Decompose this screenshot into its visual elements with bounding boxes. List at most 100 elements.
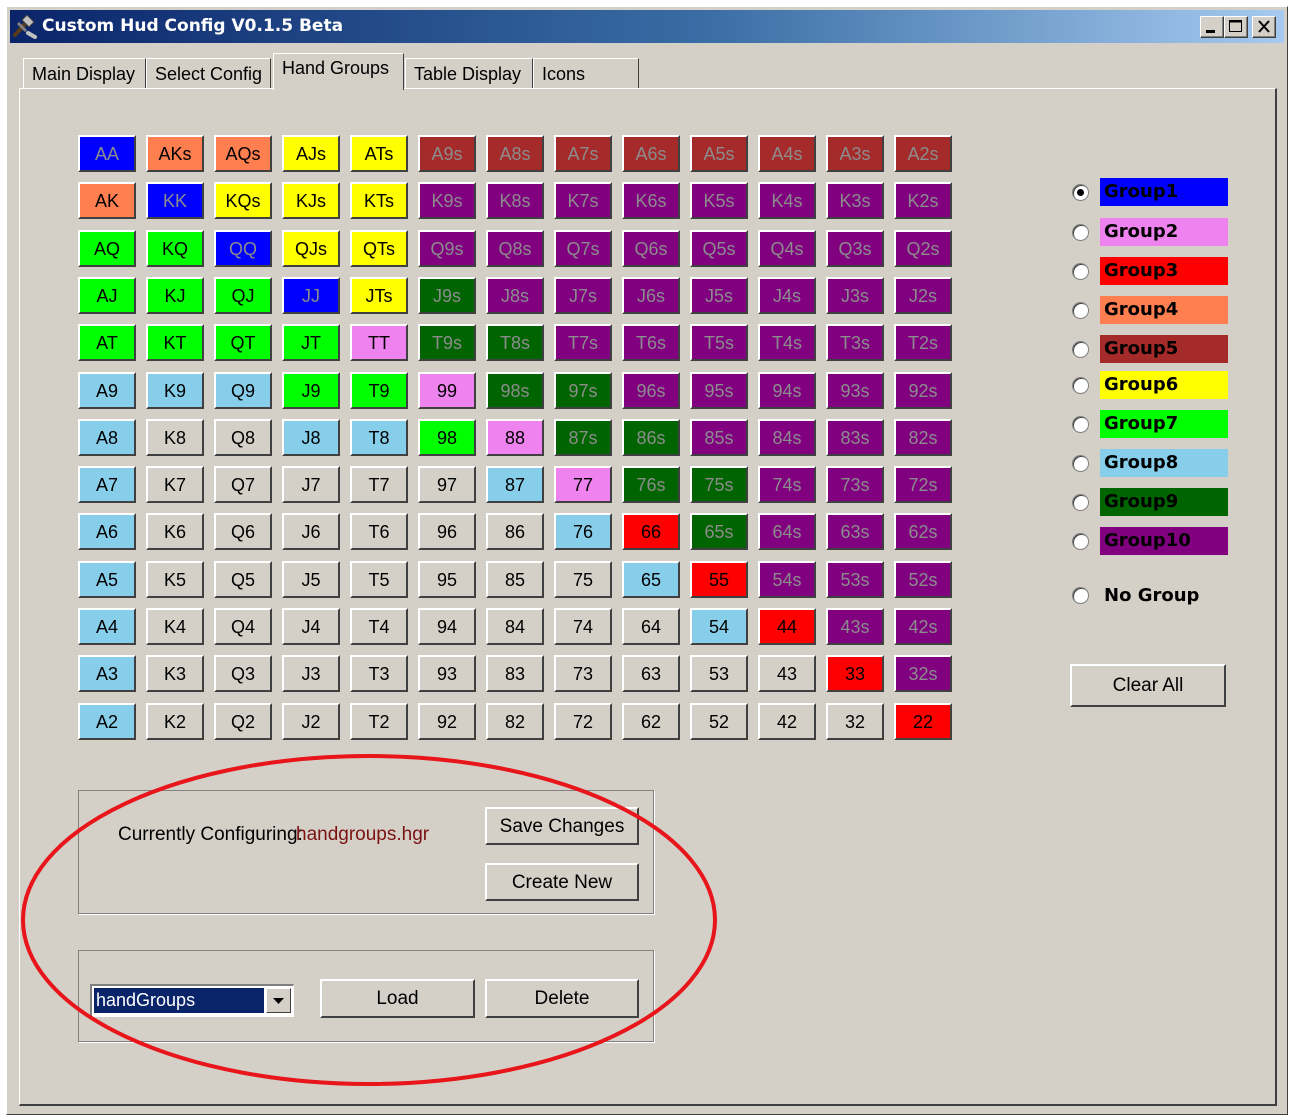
hand-cell[interactable]: K6s (622, 182, 680, 219)
hand-cell[interactable]: 77 (554, 466, 612, 503)
hand-cell[interactable]: K4s (758, 182, 816, 219)
tab-icons[interactable]: Icons (533, 58, 639, 89)
hand-cell[interactable]: AKs (146, 135, 204, 172)
hand-cell[interactable]: Q4s (758, 230, 816, 267)
hand-cell[interactable]: KJs (282, 182, 340, 219)
hand-cell[interactable]: Q5s (690, 230, 748, 267)
hand-cell[interactable]: A7s (554, 135, 612, 172)
hand-cell[interactable]: 95s (690, 372, 748, 409)
hand-cell[interactable]: J4 (282, 608, 340, 645)
hand-cell[interactable]: A9 (78, 372, 136, 409)
radio-circle[interactable] (1072, 302, 1089, 319)
hand-cell[interactable]: T5 (350, 561, 408, 598)
hand-cell[interactable]: JTs (350, 277, 408, 314)
tab-table-display[interactable]: Table Display (405, 58, 533, 89)
hand-cell[interactable]: A4s (758, 135, 816, 172)
hand-cell[interactable]: AQs (214, 135, 272, 172)
hand-cell[interactable]: 62 (622, 703, 680, 740)
radio-circle[interactable] (1072, 494, 1089, 511)
radio-circle[interactable] (1072, 416, 1089, 433)
hand-cell[interactable]: KQs (214, 182, 272, 219)
hand-cell[interactable]: 97 (418, 466, 476, 503)
hand-cell[interactable]: 53s (826, 561, 884, 598)
hand-cell[interactable]: 64s (758, 513, 816, 550)
hand-cell[interactable]: 53 (690, 655, 748, 692)
hand-cell[interactable]: T9s (418, 324, 476, 361)
create-new-button[interactable]: Create New (485, 863, 639, 901)
hand-cell[interactable]: J9s (418, 277, 476, 314)
config-select[interactable]: handGroups (90, 984, 294, 1017)
hand-cell[interactable]: AJ (78, 277, 136, 314)
hand-cell[interactable]: JJ (282, 277, 340, 314)
hand-cell[interactable]: 97s (554, 372, 612, 409)
hand-cell[interactable]: J8 (282, 419, 340, 456)
hand-cell[interactable]: J2 (282, 703, 340, 740)
hand-cell[interactable]: T8 (350, 419, 408, 456)
hand-cell[interactable]: 86 (486, 513, 544, 550)
hand-cell[interactable]: AT (78, 324, 136, 361)
hand-cell[interactable]: AQ (78, 230, 136, 267)
hand-cell[interactable]: J3 (282, 655, 340, 692)
hand-cell[interactable]: J7 (282, 466, 340, 503)
hand-cell[interactable]: 63 (622, 655, 680, 692)
hand-cell[interactable]: 86s (622, 419, 680, 456)
hand-cell[interactable]: 32s (894, 655, 952, 692)
hand-cell[interactable]: J5 (282, 561, 340, 598)
hand-cell[interactable]: 98s (486, 372, 544, 409)
hand-cell[interactable]: 63s (826, 513, 884, 550)
hand-cell[interactable]: T8s (486, 324, 544, 361)
hand-cell[interactable]: 65 (622, 561, 680, 598)
delete-button[interactable]: Delete (485, 979, 639, 1018)
maximize-button[interactable] (1224, 16, 1248, 38)
hand-cell[interactable]: 92 (418, 703, 476, 740)
hand-cell[interactable]: J6 (282, 513, 340, 550)
hand-cell[interactable]: 93s (826, 372, 884, 409)
hand-cell[interactable]: T3 (350, 655, 408, 692)
hand-cell[interactable]: K9s (418, 182, 476, 219)
hand-cell[interactable]: 42s (894, 608, 952, 645)
hand-cell[interactable]: 32 (826, 703, 884, 740)
hand-cell[interactable]: AK (78, 182, 136, 219)
radio-circle[interactable] (1072, 455, 1089, 472)
hand-cell[interactable]: 42 (758, 703, 816, 740)
radio-circle[interactable] (1072, 263, 1089, 280)
hand-cell[interactable]: 88 (486, 419, 544, 456)
hand-cell[interactable]: A6s (622, 135, 680, 172)
hand-cell[interactable]: J6s (622, 277, 680, 314)
hand-cell[interactable]: K2 (146, 703, 204, 740)
hand-cell[interactable]: Q2s (894, 230, 952, 267)
hand-cell[interactable]: A7 (78, 466, 136, 503)
hand-cell[interactable]: T5s (690, 324, 748, 361)
hand-cell[interactable]: A8s (486, 135, 544, 172)
hand-cell[interactable]: 33 (826, 655, 884, 692)
hand-cell[interactable]: T7s (554, 324, 612, 361)
hand-cell[interactable]: T2s (894, 324, 952, 361)
hand-cell[interactable]: QJ (214, 277, 272, 314)
hand-cell[interactable]: 82 (486, 703, 544, 740)
radio-circle[interactable] (1072, 533, 1089, 550)
hand-cell[interactable]: 66 (622, 513, 680, 550)
hand-cell[interactable]: 22 (894, 703, 952, 740)
hand-cell[interactable]: 64 (622, 608, 680, 645)
hand-cell[interactable]: K2s (894, 182, 952, 219)
hand-cell[interactable]: 65s (690, 513, 748, 550)
hand-cell[interactable]: Q3 (214, 655, 272, 692)
hand-cell[interactable]: 54 (690, 608, 748, 645)
close-button[interactable] (1252, 16, 1276, 38)
hand-cell[interactable]: 74s (758, 466, 816, 503)
hand-cell[interactable]: K3 (146, 655, 204, 692)
hand-cell[interactable]: 72s (894, 466, 952, 503)
hand-cell[interactable]: T4 (350, 608, 408, 645)
hand-cell[interactable]: 73s (826, 466, 884, 503)
hand-cell[interactable]: 84 (486, 608, 544, 645)
hand-cell[interactable]: Q4 (214, 608, 272, 645)
hand-cell[interactable]: 94s (758, 372, 816, 409)
hand-cell[interactable]: K9 (146, 372, 204, 409)
hand-cell[interactable]: 43s (826, 608, 884, 645)
hand-cell[interactable]: Q6 (214, 513, 272, 550)
hand-cell[interactable]: 55 (690, 561, 748, 598)
hand-cell[interactable]: 73 (554, 655, 612, 692)
hand-cell[interactable]: QJs (282, 230, 340, 267)
hand-cell[interactable]: A2 (78, 703, 136, 740)
load-button[interactable]: Load (320, 979, 475, 1018)
